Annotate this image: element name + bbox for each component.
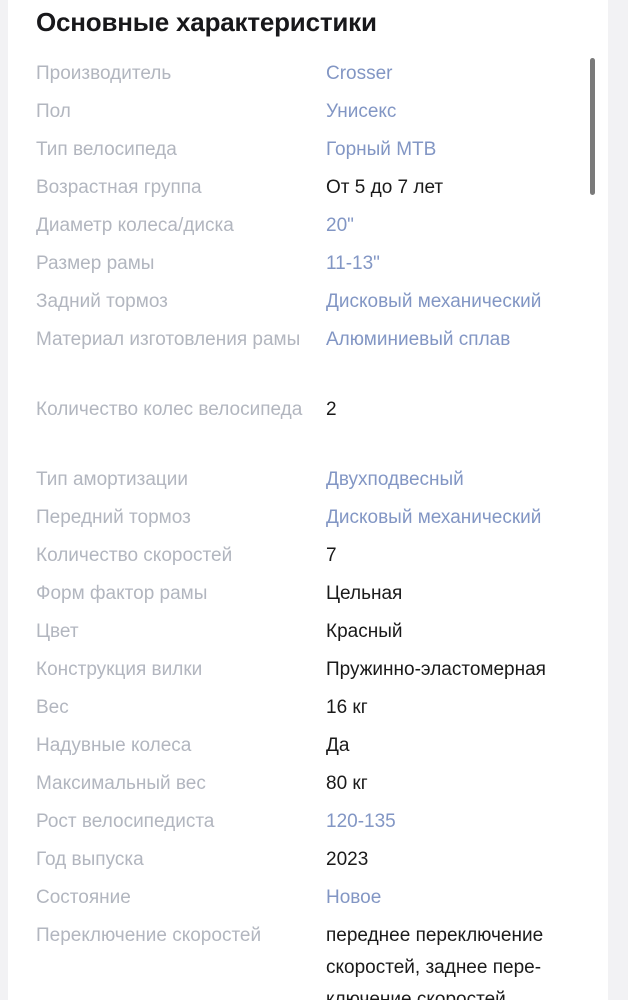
spec-label: Цвет [36, 621, 79, 642]
scrollbar-thumb[interactable] [590, 58, 595, 195]
spec-value: 16 кг [326, 697, 368, 718]
spec-value[interactable]: 11-13" [326, 248, 588, 280]
spec-value: 2023 [326, 849, 369, 870]
spec-value[interactable]: Новое [326, 882, 588, 914]
spec-label: Диаметр колеса/диска [36, 215, 234, 236]
spec-value: переднее переключение скоростей, заднее … [326, 925, 544, 1000]
spec-label: Переключение скоростей [36, 925, 262, 946]
spec-value: От 5 до 7 лет [326, 177, 444, 198]
spec-row: Форм фактор рамы Цельная [8, 578, 608, 616]
page-background: Основные характеристики Производитель Cro… [0, 0, 628, 1000]
spec-label: Материал изготовления рамы [36, 329, 301, 350]
spec-value[interactable]: Двухподвесный [326, 464, 588, 496]
spec-value[interactable]: Унисекс [326, 96, 588, 128]
spec-label: Передний тормоз [36, 507, 191, 528]
spec-row: Размер рамы 11-13" [8, 248, 608, 286]
spec-label: Надувные колеса [36, 735, 192, 756]
spec-value[interactable]: 20" [326, 210, 588, 242]
spec-label: Тип велосипеда [36, 139, 177, 160]
spec-label: Форм фактор рамы [36, 583, 208, 604]
spec-value[interactable]: Crosser [326, 58, 588, 90]
scrollbar-track[interactable] [590, 0, 612, 1000]
spec-label: Количество колес велосипеда [36, 399, 303, 420]
spec-row: Возрастная группа От 5 до 7 лет [8, 172, 608, 210]
spec-label: Количество скоростей [36, 545, 233, 566]
spec-row: Тип амортизации Двухподвесный [8, 464, 608, 502]
spec-label: Год выпуска [36, 849, 144, 870]
spec-value: Пружинно-эластомерная [326, 659, 546, 680]
spec-label: Вес [36, 697, 69, 718]
spec-value[interactable]: Алюминиевый сплав [326, 324, 588, 356]
page-title: Основные характеристики [36, 7, 377, 37]
spec-value: Цельная [326, 583, 403, 604]
spec-row: Передний тормоз Дисковый механический [8, 502, 608, 540]
spec-label: Конструкция вилки [36, 659, 203, 680]
spec-value[interactable]: Дисковый механический [326, 502, 588, 534]
spec-value[interactable]: 120-135 [326, 806, 588, 838]
spec-value: Да [326, 735, 350, 756]
spec-label: Тип амортизации [36, 469, 188, 490]
spec-row: Рост велосипедиста 120-135 [8, 806, 608, 844]
spec-label: Возрастная группа [36, 177, 202, 198]
spec-row: Тип велосипеда Горный МТВ [8, 134, 608, 172]
spec-value: 80 кг [326, 773, 368, 794]
spec-row: Количество колес велосипеда 2 [8, 394, 608, 458]
spec-row: Количество скоростей 7 [8, 540, 608, 578]
spec-label: Размер рамы [36, 253, 155, 274]
spec-row: Цвет Красный [8, 616, 608, 654]
spec-value[interactable]: Дисковый механический [326, 286, 588, 318]
spec-row: Диаметр колеса/диска 20" [8, 210, 608, 248]
spec-value[interactable]: Горный МТВ [326, 134, 588, 166]
spec-row: Конструкция вилки Пружинно-эластомерная [8, 654, 608, 692]
spec-row: Надувные колеса Да [8, 730, 608, 768]
spec-label: Пол [36, 101, 71, 122]
spec-row: Вес 16 кг [8, 692, 608, 730]
spec-sheet: Основные характеристики Производитель Cro… [8, 0, 608, 1000]
spec-row: Задний тормоз Дисковый механический [8, 286, 608, 324]
spec-label: Рост велосипедиста [36, 811, 215, 832]
spec-row: Максимальный вес 80 кг [8, 768, 608, 806]
spec-label: Состояние [36, 887, 131, 908]
spec-row: Производитель Crosser [8, 58, 608, 96]
spec-value: Красный [326, 621, 403, 642]
spec-row: Материал изготовления рамы Алюминиевый сп… [8, 324, 608, 388]
spec-label: Максимальный вес [36, 773, 206, 794]
spec-row: Состояние Новое [8, 882, 608, 920]
spec-row: Пол Унисекс [8, 96, 608, 134]
spec-label: Задний тормоз [36, 291, 168, 312]
spec-value: 2 [326, 399, 337, 420]
spec-row: Год выпуска 2023 [8, 844, 608, 882]
spec-label: Производитель [36, 63, 172, 84]
spec-value: 7 [326, 545, 337, 566]
spec-row: Переключение скоростей переднее переключе… [8, 920, 608, 1000]
